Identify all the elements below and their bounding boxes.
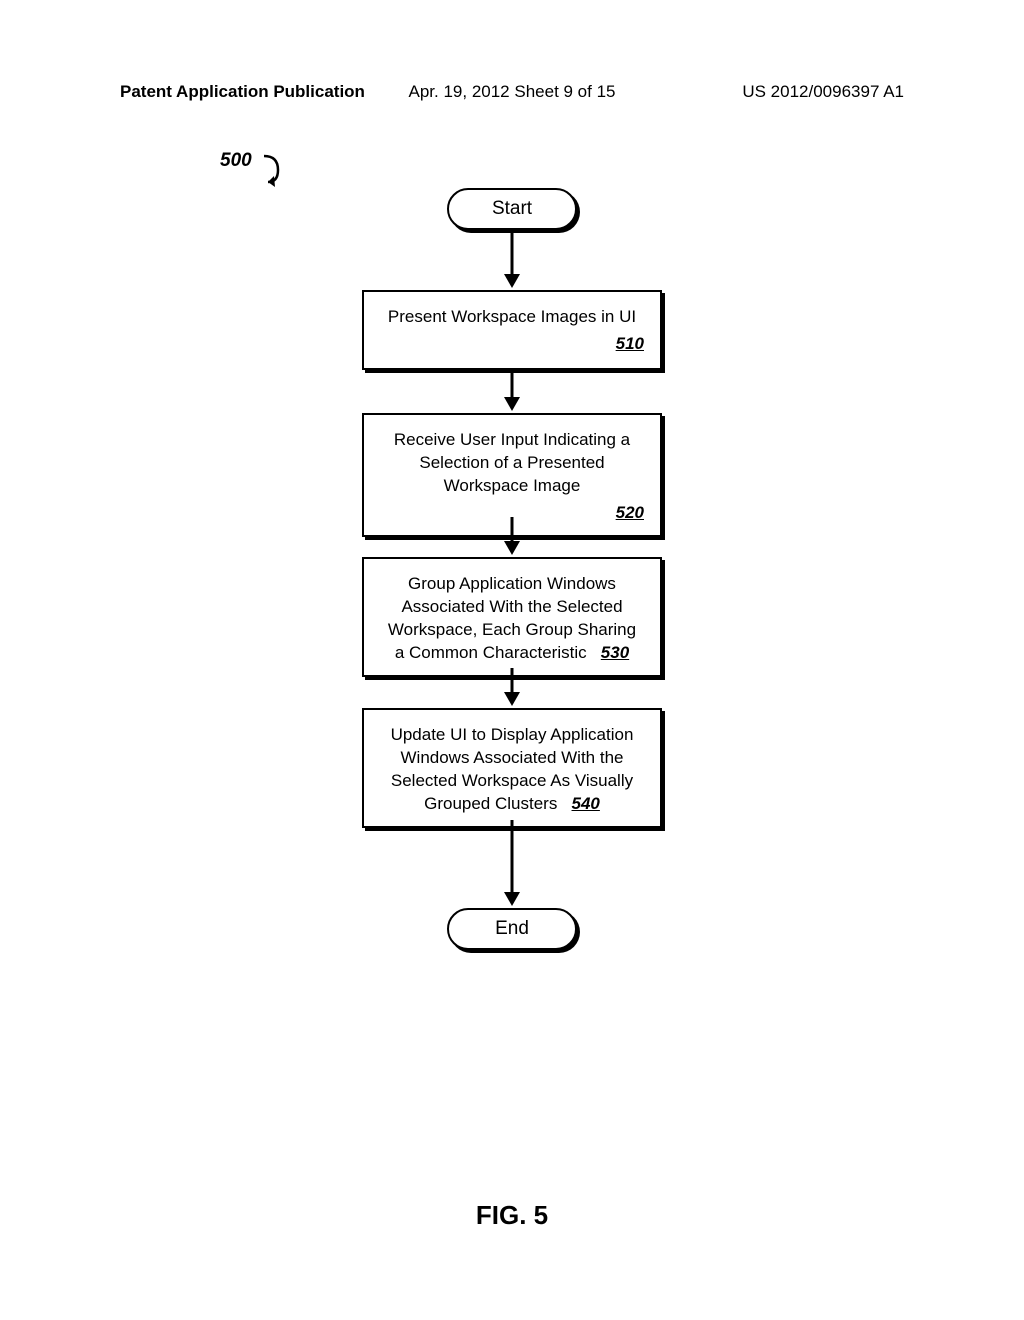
arrow-icon	[502, 820, 522, 908]
header-right: US 2012/0096397 A1	[742, 82, 904, 102]
header-left: Patent Application Publication	[120, 82, 365, 102]
header-center: Apr. 19, 2012 Sheet 9 of 15	[409, 82, 616, 102]
arrow-icon	[502, 668, 522, 708]
step-text: Group Application Windows Associated Wit…	[384, 573, 640, 665]
flowchart-step-530: Group Application Windows Associated Wit…	[362, 557, 662, 677]
ref-hook-icon	[258, 152, 288, 192]
step-ref: 530	[601, 643, 629, 662]
arrow-icon	[502, 232, 522, 290]
flowchart-ref: 500	[220, 150, 252, 172]
flowchart-step-540: Update UI to Display Application Windows…	[362, 708, 662, 828]
step-text: Receive User Input Indicating a Selectio…	[384, 429, 640, 498]
flowchart-end: End	[447, 908, 577, 950]
step-ref: 540	[572, 794, 600, 813]
page-header: Patent Application Publication Apr. 19, …	[0, 82, 1024, 102]
flowchart-start: Start	[447, 188, 577, 230]
start-label: Start	[492, 198, 532, 220]
end-label: End	[495, 918, 529, 940]
arrow-icon	[502, 373, 522, 413]
step-ref: 510	[380, 333, 644, 356]
step-text: Present Workspace Images in UI	[380, 306, 644, 329]
figure-label: FIG. 5	[476, 1200, 548, 1231]
arrow-icon	[502, 517, 522, 557]
flowchart-step-510: Present Workspace Images in UI 510	[362, 290, 662, 370]
step-text: Update UI to Display Application Windows…	[384, 724, 640, 816]
